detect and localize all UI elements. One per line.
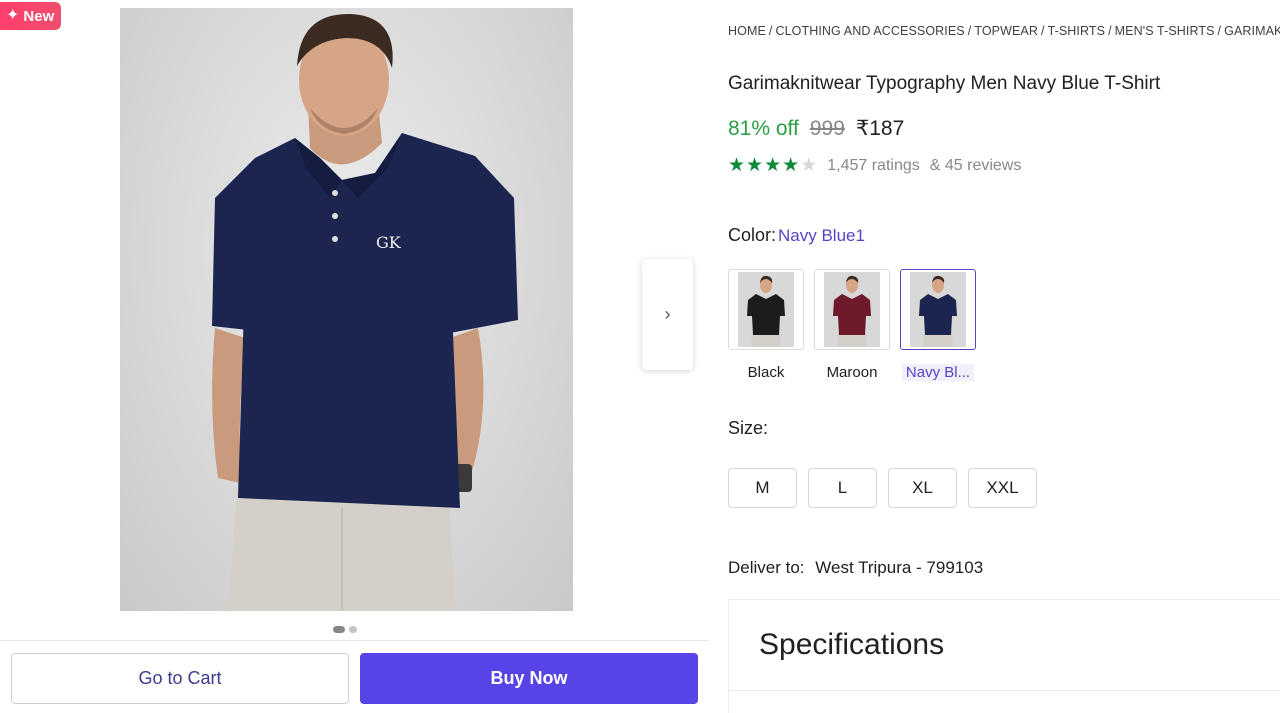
star-rating: ★ ★ ★ ★ ★ [728,156,817,175]
breadcrumb-separator: / [1108,24,1112,38]
delivery-label: Deliver to: [728,558,805,577]
breadcrumb-item[interactable]: T-SHIRTS [1048,24,1106,38]
star-empty-icon: ★ [800,155,818,176]
product-main-image[interactable]: GK [120,8,573,611]
swatch-label: Black [747,364,785,381]
specifications-card: Specifications [728,599,1280,713]
size-option-xl[interactable]: XL [888,468,957,508]
breadcrumb-item[interactable]: MEN'S T-SHIRTS [1115,24,1215,38]
carousel-dot[interactable] [349,626,357,633]
swatch-model-image [824,272,880,347]
breadcrumb-item[interactable]: HOME [728,24,766,38]
delivery-address: West Tripura - 799103 [815,558,984,577]
sparkle-icon: ✦ [6,7,20,24]
size-option-xxl[interactable]: XXL [968,468,1037,508]
new-badge: ✦ New [0,2,62,30]
ratings-count: 1,457 ratings [827,156,920,174]
size-selector-label: Size: [728,418,769,438]
product-details: HOME / CLOTHING AND ACCESSORIES / TOPWEAR / T-… [728,0,1280,713]
chevron-right-icon: › [664,304,671,324]
color-label: Color: [728,225,777,245]
next-image-button[interactable]: › [642,259,693,370]
breadcrumb-separator: / [967,24,972,38]
breadcrumb: HOME / CLOTHING AND ACCESSORIES / TOPWEAR / T-… [728,24,1280,38]
delivery-location[interactable]: Deliver to: West Tripura - 799103 [728,558,983,578]
color-swatch-black[interactable]: Black [728,269,804,381]
go-to-cart-button[interactable]: Go to Cart [11,653,349,704]
star-icon: ★ [782,155,800,176]
discount-percent: 81% off [728,117,799,140]
breadcrumb-item[interactable]: GARIMAKNITWEAR T-SHIRTS [1224,24,1280,38]
product-title: Garimaknitwear Typography Men Navy Blue … [728,73,1161,94]
swatch-model-image [910,272,966,347]
selected-color: Navy Blue1 [778,226,865,245]
breadcrumb-separator: / [768,24,773,38]
size-options: M L XL XXL [728,468,1037,508]
breadcrumb-item[interactable]: CLOTHING AND ACCESSORIES [775,24,964,38]
divider [729,690,1280,691]
color-selector-label: Color: Navy Blue1 [728,225,865,246]
original-price: 999 [809,117,845,140]
star-icon: ★ [764,155,782,176]
product-gallery: ✦ New GK › Go to Cart Buy Now [0,0,710,713]
swatch-label: Navy Bl... [901,364,975,381]
breadcrumb-separator: / [1040,24,1045,38]
image-carousel-dots [333,626,357,633]
color-swatches: Black Maroon Navy Bl... [728,269,976,381]
carousel-dot[interactable] [333,626,345,633]
swatch-model-image [738,272,794,347]
buy-now-button[interactable]: Buy Now [360,653,698,704]
selling-price: ₹187 [855,117,905,140]
swatch-label: Maroon [826,364,878,381]
model-illustration: GK [212,13,518,611]
breadcrumb-item[interactable]: TOPWEAR [974,24,1038,38]
price-row: 81% off 999 ₹187 [728,116,904,141]
color-swatch-maroon[interactable]: Maroon [814,269,890,381]
specifications-heading: Specifications [759,628,945,661]
star-icon: ★ [728,155,746,176]
swatch-thumbnail[interactable] [900,269,976,350]
size-option-l[interactable]: L [808,468,877,508]
rating-summary[interactable]: ★ ★ ★ ★ ★ 1,457 ratings & 45 reviews [728,156,1021,175]
action-bar: Go to Cart Buy Now [0,640,709,713]
color-swatch-navy[interactable]: Navy Bl... [900,269,976,381]
star-icon: ★ [746,155,764,176]
breadcrumb-separator: / [1217,24,1222,38]
reviews-count: & 45 reviews [929,156,1022,174]
new-badge-label: New [23,7,55,25]
svg-text:GK: GK [376,233,402,252]
swatch-thumbnail[interactable] [728,269,804,350]
swatch-thumbnail[interactable] [814,269,890,350]
size-option-m[interactable]: M [728,468,797,508]
